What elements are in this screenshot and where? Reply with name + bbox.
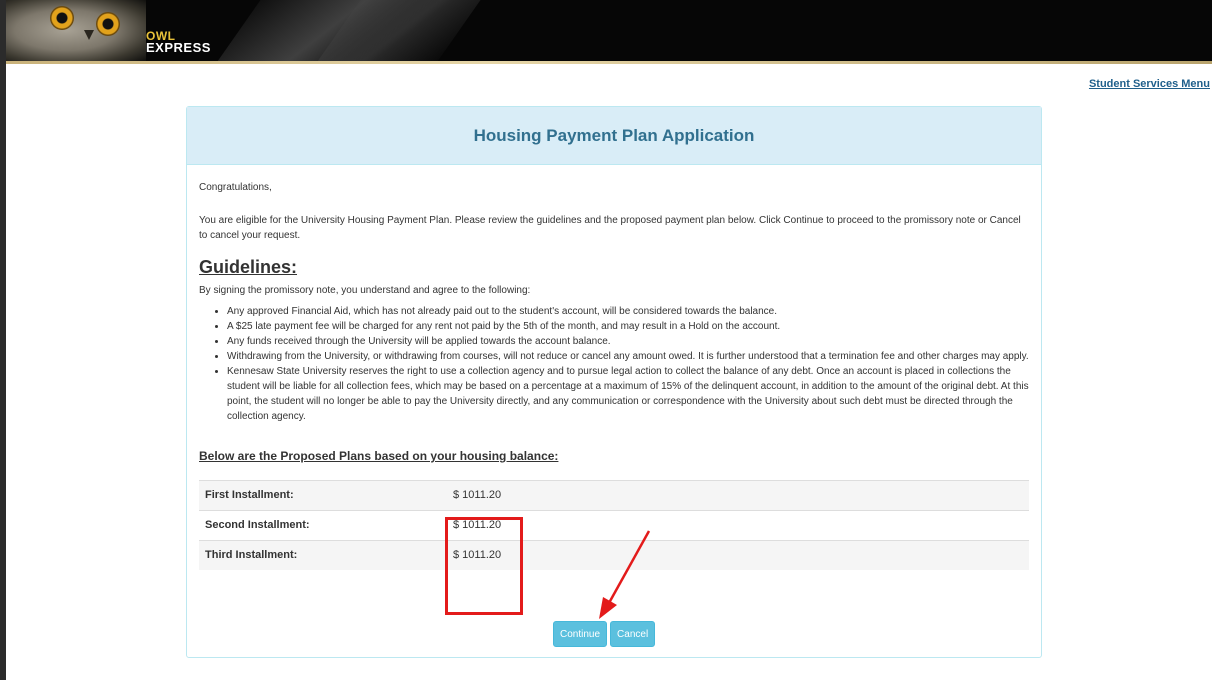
guideline-item: Withdrawing from the University, or with…: [227, 349, 1029, 364]
plans-heading: Below are the Proposed Plans based on yo…: [199, 449, 559, 463]
continue-button[interactable]: Continue: [553, 621, 608, 647]
guideline-item: Kennesaw State University reserves the r…: [227, 364, 1029, 424]
cancel-button[interactable]: Cancel: [610, 621, 656, 647]
amount-highlight-annotation: [445, 517, 523, 615]
owl-express-logo[interactable]: OWL EXPRESS: [146, 30, 211, 54]
greeting-text: Congratulations,: [199, 182, 272, 193]
app-header: OWL EXPRESS: [6, 0, 1212, 64]
owl-logo-icon: [6, 0, 146, 62]
guidelines-list: Any approved Financial Aid, which has no…: [199, 304, 1029, 424]
installment-amount: $ 1011.20: [447, 480, 1029, 511]
eligibility-text: You are eligible for the University Hous…: [199, 215, 1021, 241]
guidelines-intro: By signing the promissory note, you unde…: [199, 285, 531, 296]
owl-beak-icon: [84, 30, 94, 40]
installment-amount: $ 1011.20: [447, 510, 1029, 541]
installment-label: First Installment:: [199, 480, 447, 511]
installment-amount: $ 1011.20: [447, 540, 1029, 570]
page-title: Housing Payment Plan Application: [473, 125, 755, 145]
installment-label: Second Installment:: [199, 510, 447, 541]
table-row: First Installment: $ 1011.20: [199, 480, 1029, 511]
owl-eye-right-icon: [96, 12, 120, 36]
guideline-item: Any funds received through the Universit…: [227, 334, 1029, 349]
guidelines-heading: Guidelines:: [199, 257, 298, 277]
action-buttons: Continue Cancel: [553, 621, 656, 647]
installment-label: Third Installment:: [199, 540, 447, 570]
guideline-item: A $25 late payment fee will be charged f…: [227, 319, 1029, 334]
owl-eye-left-icon: [50, 6, 74, 30]
student-services-menu-link[interactable]: Student Services Menu: [1089, 78, 1210, 90]
guideline-item: Any approved Financial Aid, which has no…: [227, 304, 1029, 319]
arrow-annotation-icon: [599, 530, 651, 619]
panel-header: Housing Payment Plan Application: [187, 107, 1041, 165]
page-content: Student Services Menu Housing Payment Pl…: [6, 64, 1212, 680]
panel-body: Congratulations, You are eligible for th…: [187, 165, 1041, 570]
payment-plan-panel: Housing Payment Plan Application Congrat…: [186, 106, 1042, 658]
logo-line-2: EXPRESS: [146, 40, 211, 55]
